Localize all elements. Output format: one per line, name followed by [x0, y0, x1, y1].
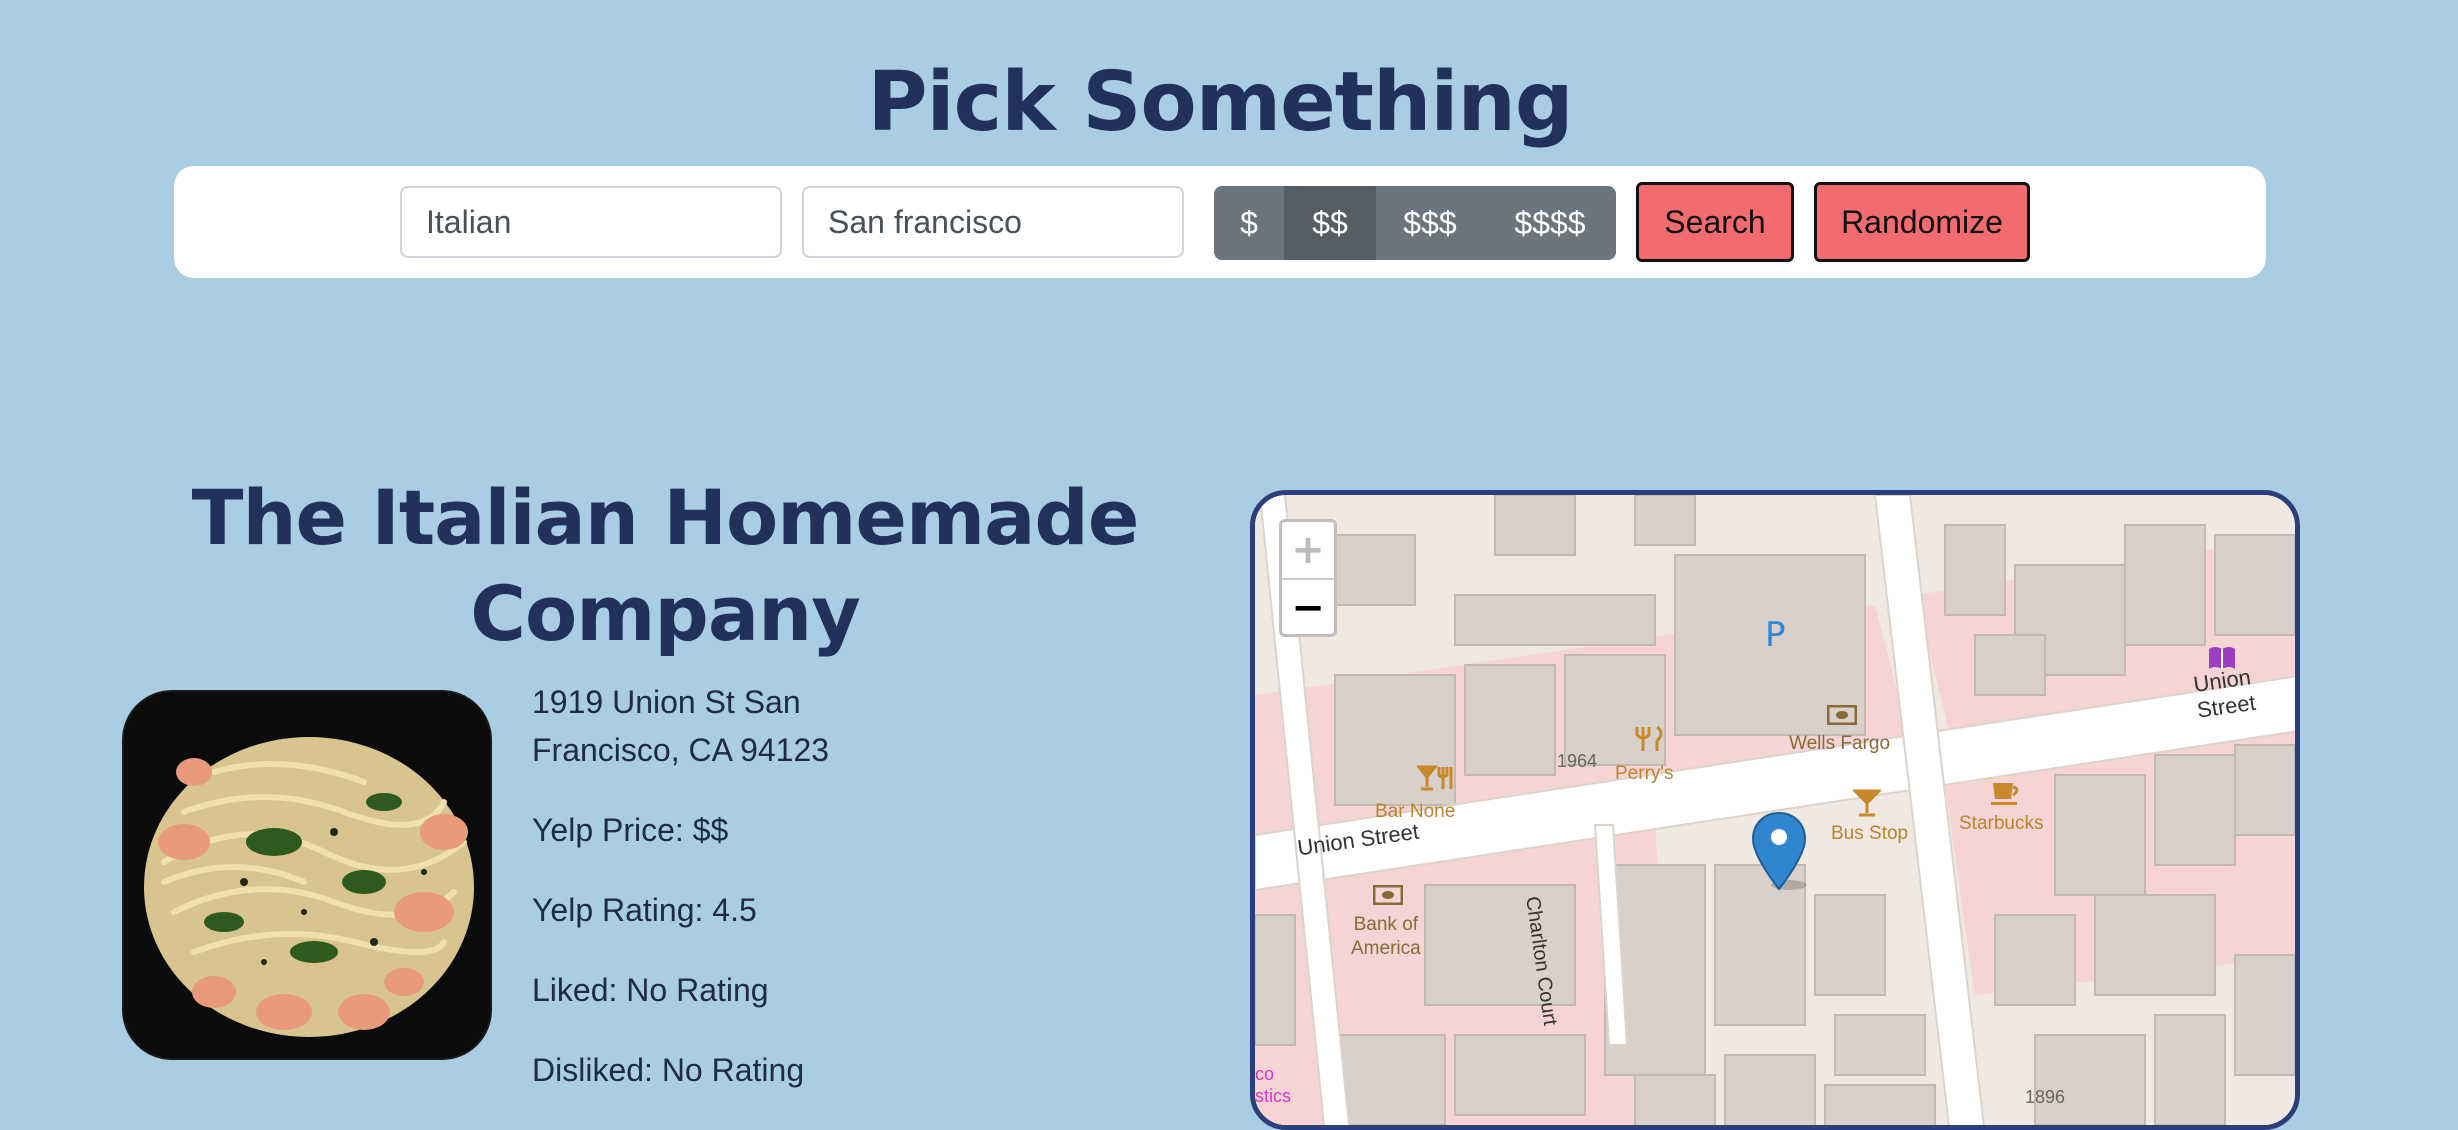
- cuisine-input[interactable]: [400, 186, 782, 258]
- parking-label: P: [1765, 615, 1786, 655]
- randomize-button[interactable]: Randomize: [1814, 182, 2030, 262]
- address: 1919 Union St San Francisco, CA 94123: [532, 678, 829, 774]
- yelp-rating: Yelp Rating: 4.5: [532, 892, 757, 928]
- bank-icon: [1826, 704, 1858, 730]
- poi-wells-fargo: Wells Fargo: [1789, 733, 1891, 754]
- map-edge-label-line-1: co: [1255, 1064, 1275, 1084]
- zoom-out-button[interactable]: −: [1282, 580, 1334, 636]
- zoom-in-button[interactable]: +: [1282, 522, 1334, 580]
- search-button[interactable]: Search: [1636, 182, 1794, 262]
- coffee-icon: [1991, 779, 2023, 812]
- poi-bank-line-2: America: [1351, 938, 1421, 959]
- address-line-2: Francisco, CA 94123: [532, 732, 830, 768]
- page-title: Pick Something: [867, 55, 1573, 150]
- bookstore-icon: [2207, 645, 2237, 676]
- bus-stop-icon: [1851, 789, 1883, 822]
- bank-of-america-icon: [1372, 884, 1404, 910]
- poi-perrys: Perry's: [1615, 763, 1674, 784]
- restaurant-name-line-2: Company: [470, 569, 861, 658]
- price-2-button[interactable]: $$: [1284, 186, 1376, 260]
- map-edge-label: co stics: [1255, 1063, 1291, 1107]
- restaurant-photo: [122, 690, 492, 1060]
- poi-starbucks: Starbucks: [1959, 813, 2044, 834]
- poi-bus-stop: Bus Stop: [1831, 823, 1909, 844]
- map[interactable]: P Union Street Union Street Charlton Cou…: [1250, 490, 2300, 1130]
- restaurant-name-line-1: The Italian Homemade: [191, 473, 1140, 562]
- address-number-1964: 1964: [1557, 751, 1598, 771]
- yelp-price: Yelp Price: $$: [532, 812, 729, 848]
- price-4-button[interactable]: $$$$: [1484, 186, 1616, 260]
- poi-bar-none: Bar None: [1375, 801, 1456, 822]
- address-number-1896: 1896: [2025, 1087, 2066, 1107]
- zoom-control: + −: [1279, 519, 1337, 637]
- poi-bank-line-1: Bank of: [1353, 914, 1419, 935]
- restaurant-name: The Italian Homemade Company: [180, 470, 1150, 662]
- price-3-button[interactable]: $$$: [1376, 186, 1484, 260]
- price-filter-group: $ $$ $$$ $$$$: [1214, 186, 1616, 260]
- price-1-button[interactable]: $: [1214, 186, 1284, 260]
- location-marker-icon[interactable]: [1751, 811, 1807, 896]
- disliked-status: Disliked: No Rating: [532, 1052, 805, 1088]
- location-input[interactable]: [802, 186, 1184, 258]
- restaurant-icon: [1635, 725, 1665, 758]
- bar-icon: [1415, 765, 1461, 797]
- poi-bank-of-america: Bank of America: [1351, 913, 1421, 961]
- address-line-1: 1919 Union St San: [532, 684, 801, 720]
- liked-status: Liked: No Rating: [532, 972, 769, 1008]
